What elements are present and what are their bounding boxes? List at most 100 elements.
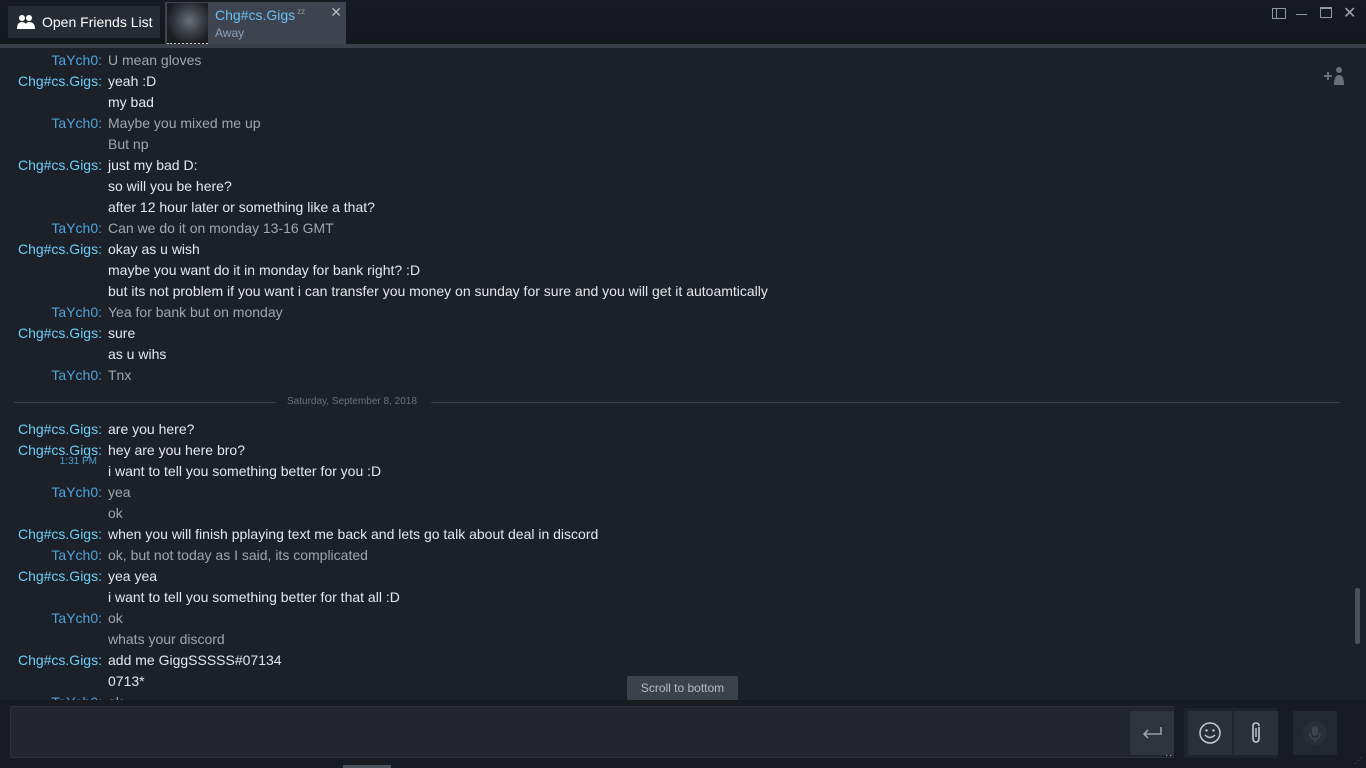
chat-message-row: But np xyxy=(0,134,1340,155)
chat-message-row: TaYch0: Yea for bank but on monday xyxy=(0,302,1340,323)
chat-message-row: TaYch0: yea xyxy=(0,482,1340,503)
chat-message-row: after 12 hour later or something like a … xyxy=(0,197,1340,218)
send-icon xyxy=(1142,727,1162,739)
attach-button[interactable] xyxy=(1234,711,1278,755)
sender-name[interactable]: Chg#cs.Gigs: xyxy=(18,419,102,440)
chat-message-row: maybe you want do it in monday for bank … xyxy=(0,260,1340,281)
chat-message-row: TaYch0: Maybe you mixed me up xyxy=(0,113,1340,134)
friends-icon xyxy=(17,15,35,29)
message-text: i want to tell you something better for … xyxy=(108,463,382,479)
chat-scrollbar[interactable] xyxy=(1355,588,1360,644)
minimize-icon[interactable] xyxy=(1296,14,1307,15)
message-text: maybe you want do it in monday for bank … xyxy=(108,262,421,278)
avatar[interactable] xyxy=(167,3,208,45)
message-text: just my bad D: xyxy=(108,157,198,173)
message-text: yea yea xyxy=(108,568,158,584)
sender-name[interactable]: TaYch0: xyxy=(51,113,102,134)
chat-message-row: Chg#cs.Gigs: are you here? xyxy=(0,419,1340,440)
scroll-to-bottom-button[interactable]: Scroll to bottom xyxy=(627,676,738,700)
message-text: hey are you here bro? xyxy=(108,442,245,458)
sender-name[interactable]: TaYch0: xyxy=(51,50,102,71)
message-text: ok xyxy=(108,610,123,626)
open-friends-list-label: Open Friends List xyxy=(42,14,153,30)
message-text: my bad xyxy=(108,94,154,110)
chat-message-row: Chg#cs.Gigs: sure xyxy=(0,323,1340,344)
sender-name[interactable]: Chg#cs.Gigs: xyxy=(18,323,102,344)
maximize-icon[interactable] xyxy=(1320,7,1332,18)
chat-message-row: Chg#cs.Gigs: yeah :D xyxy=(0,71,1340,92)
add-friend-icon[interactable] xyxy=(1323,66,1347,86)
message-text: i want to tell you something better for … xyxy=(108,589,400,605)
message-text: Yea for bank but on monday xyxy=(108,304,283,320)
chat-tab-name: Chg#cs.Gigs xyxy=(215,7,296,23)
chat-tab[interactable]: Chg#cs.Gigs zz Away ✕ xyxy=(165,2,346,45)
title-bar-divider xyxy=(0,44,1366,48)
sender-name[interactable]: Chg#cs.Gigs: xyxy=(18,71,102,92)
sender-name[interactable]: TaYch0: xyxy=(51,692,102,700)
message-text: are you here? xyxy=(108,421,195,437)
chat-message-row: i want to tell you something better for … xyxy=(0,461,1340,482)
sender-name[interactable]: TaYch0: xyxy=(51,608,102,629)
message-input[interactable] xyxy=(10,706,1174,758)
voice-chat-button[interactable] xyxy=(1293,711,1337,755)
chat-message-row: Chg#cs.Gigs: add me GiggSSSSS#07134 xyxy=(0,650,1340,671)
send-button[interactable] xyxy=(1130,711,1174,755)
chat-log[interactable]: Saturday, September 8, 2018 TaYch0: U mea… xyxy=(0,50,1352,700)
sender-name[interactable]: TaYch0: xyxy=(51,218,102,239)
message-text: as u wihs xyxy=(108,346,167,362)
message-text: Tnx xyxy=(108,367,132,383)
open-friends-list-button[interactable]: Open Friends List xyxy=(8,6,160,38)
chat-message-row: TaYch0: ok xyxy=(0,608,1340,629)
chat-tab-status: Away xyxy=(215,26,245,40)
sender-name[interactable]: TaYch0: xyxy=(51,482,102,503)
chat-message-row: TaYch0: Can we do it on monday 13-16 GMT xyxy=(0,218,1340,239)
chat-message-row: whats your discord xyxy=(0,629,1340,650)
message-text: after 12 hour later or something like a … xyxy=(108,199,375,215)
message-text: U mean gloves xyxy=(108,52,202,68)
message-text: add me GiggSSSSS#07134 xyxy=(108,652,282,668)
message-text: whats your discord xyxy=(108,631,225,647)
sender-name[interactable]: TaYch0: xyxy=(51,365,102,386)
sender-name[interactable]: TaYch0: xyxy=(51,545,102,566)
chat-tab-name-wrap: Chg#cs.Gigs zz xyxy=(215,7,305,23)
chat-message-row: TaYch0: ok, but not today as I said, its … xyxy=(0,545,1340,566)
chat-message-row: TaYch0: Tnx xyxy=(0,365,1340,386)
message-text: okay as u wish xyxy=(108,241,200,257)
chat-message-row: i want to tell you something better for … xyxy=(0,587,1340,608)
chat-message-row: but its not problem if you want i can tr… xyxy=(0,281,1340,302)
voice-icon xyxy=(1303,721,1327,745)
divider-line-left xyxy=(14,402,276,403)
message-text: Can we do it on monday 13-16 GMT xyxy=(108,220,334,236)
chat-message-row: Chg#cs.Gigs: when you will finish pplayin… xyxy=(0,524,1340,545)
emoji-icon xyxy=(1199,722,1221,744)
paperclip-icon xyxy=(1252,722,1260,743)
message-text: when you will finish pplaying text me ba… xyxy=(108,526,599,542)
date-divider: Saturday, September 8, 2018 xyxy=(14,396,1340,410)
message-text: 0713* xyxy=(108,673,145,689)
message-text: ok xyxy=(108,505,123,521)
close-tab-icon[interactable]: ✕ xyxy=(330,4,342,21)
sender-name[interactable]: Chg#cs.Gigs: xyxy=(18,239,102,260)
message-text: ok, but not today as I said, its complic… xyxy=(108,547,368,563)
chat-message-row: so will you be here? xyxy=(0,176,1340,197)
sender-name[interactable]: Chg#cs.Gigs: xyxy=(18,650,102,671)
message-text: yeah :D xyxy=(108,73,157,89)
message-text: Maybe you mixed me up xyxy=(108,115,261,131)
chat-message-row: Chg#cs.Gigs: yea yea xyxy=(0,566,1340,587)
emoji-button[interactable] xyxy=(1188,711,1232,755)
divider-line-right xyxy=(431,402,1340,403)
chat-message-row: as u wihs xyxy=(0,344,1340,365)
sender-name[interactable]: Chg#cs.Gigs: xyxy=(18,155,102,176)
message-text: ok xyxy=(108,692,123,700)
resize-grip-icon[interactable]: ⋰ xyxy=(1354,756,1364,766)
sender-name[interactable]: Chg#cs.Gigs: xyxy=(18,566,102,587)
chat-message-row: Chg#cs.Gigs: just my bad D: xyxy=(0,155,1340,176)
message-text: so will you be here? xyxy=(108,178,232,194)
chat-message-row: TaYch0: U mean gloves xyxy=(0,50,1340,71)
message-text: sure xyxy=(108,325,136,341)
snap-window-icon[interactable] xyxy=(1272,8,1286,19)
message-text: yea xyxy=(108,484,131,500)
close-window-icon[interactable]: ✕ xyxy=(1343,3,1356,23)
sender-name[interactable]: TaYch0: xyxy=(51,302,102,323)
sender-name[interactable]: Chg#cs.Gigs: xyxy=(18,524,102,545)
